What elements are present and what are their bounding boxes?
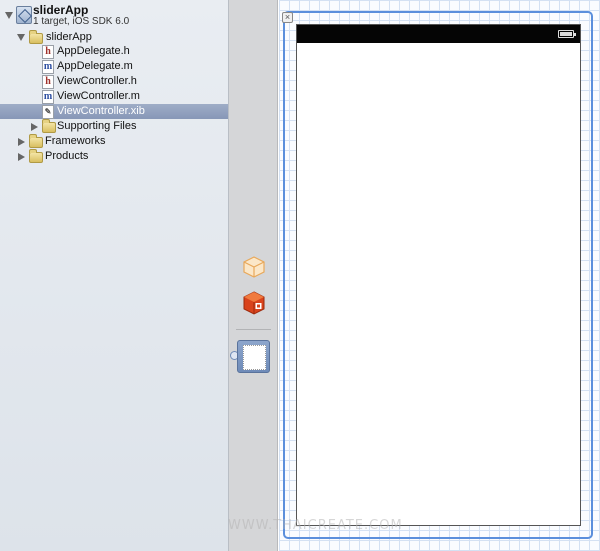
nav-item-appdelegate-m[interactable]: m AppDelegate.m	[0, 59, 228, 74]
h-file-icon: h	[42, 75, 54, 89]
disclosure-open-icon[interactable]	[5, 12, 13, 19]
first-responder-cube-icon[interactable]	[242, 290, 266, 316]
dock-divider	[236, 329, 271, 330]
close-icon[interactable]: ×	[282, 12, 293, 23]
nav-item-supporting-files[interactable]: Supporting Files	[0, 119, 228, 134]
battery-icon	[558, 30, 576, 38]
nav-item-label: Frameworks	[45, 135, 106, 147]
files-owner-cube-icon[interactable]	[242, 255, 266, 279]
view-object-icon[interactable]	[237, 340, 270, 373]
project-name[interactable]: sliderApp	[33, 3, 88, 17]
nav-item-frameworks[interactable]: Frameworks	[0, 134, 228, 149]
design-canvas[interactable]: ×	[279, 0, 600, 551]
h-file-icon: h	[42, 45, 54, 59]
nav-item-sliderapp-group[interactable]: sliderApp	[0, 30, 228, 45]
nav-item-label: AppDelegate.m	[57, 60, 133, 72]
disclosure-closed-icon[interactable]	[18, 153, 25, 161]
xib-file-icon: ✎	[42, 105, 54, 119]
nav-item-label: Products	[45, 150, 89, 162]
xcode-project-icon	[16, 6, 32, 24]
nav-item-viewcontroller-h[interactable]: h ViewController.h	[0, 74, 228, 89]
nav-item-products[interactable]: Products	[0, 149, 228, 164]
nav-item-label: ViewController.xib	[57, 105, 145, 117]
folder-icon	[42, 119, 56, 133]
nav-item-label: ViewController.h	[57, 75, 137, 87]
nav-item-viewcontroller-m[interactable]: m ViewController.m	[0, 89, 228, 104]
watermark: WWW.THAICREATE.COM	[228, 518, 403, 533]
disclosure-closed-icon[interactable]	[31, 123, 38, 131]
interface-builder-dock	[229, 0, 278, 551]
disclosure-open-icon[interactable]	[17, 34, 25, 41]
project-navigator: sliderApp 1 target, iOS SDK 6.0 sliderAp…	[0, 0, 229, 551]
nav-item-label: ViewController.m	[57, 90, 140, 102]
nav-item-label: sliderApp	[46, 31, 92, 43]
disclosure-closed-icon[interactable]	[18, 138, 25, 146]
project-subtitle: 1 target, iOS SDK 6.0	[33, 16, 130, 27]
nav-item-label: Supporting Files	[57, 120, 137, 132]
folder-icon	[29, 149, 43, 163]
nav-item-appdelegate-h[interactable]: h AppDelegate.h	[0, 44, 228, 59]
m-file-icon: m	[42, 60, 54, 74]
folder-icon	[29, 30, 43, 44]
nav-item-label: AppDelegate.h	[57, 45, 130, 57]
m-file-icon: m	[42, 90, 54, 104]
folder-icon	[29, 134, 43, 148]
status-bar	[297, 25, 580, 43]
nav-item-viewcontroller-xib[interactable]: ✎ ViewController.xib	[0, 104, 228, 119]
iphone-view[interactable]	[296, 24, 581, 526]
